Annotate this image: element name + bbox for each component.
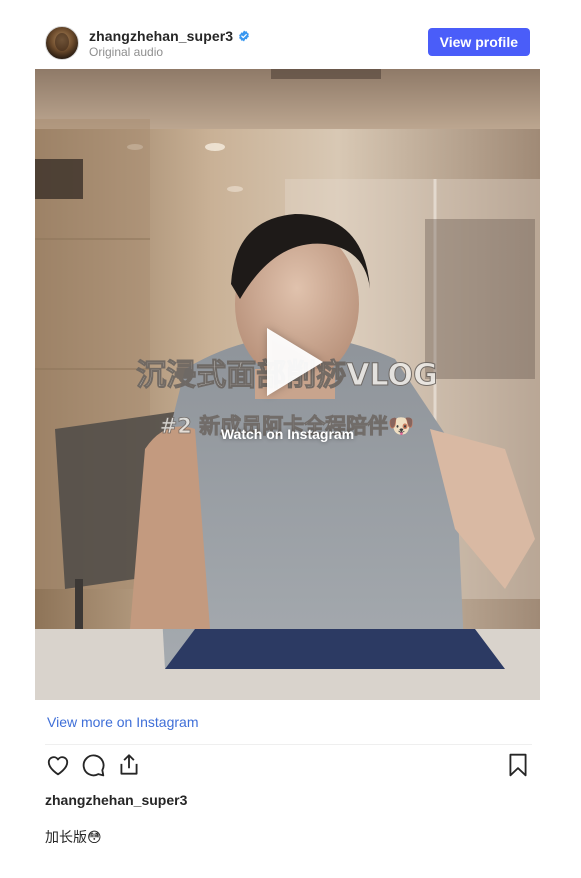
post-owner-username[interactable]: zhangzhehan_super3 (45, 792, 187, 808)
play-icon[interactable] (266, 327, 323, 396)
post-caption: 加长版😳 (45, 830, 102, 846)
post-header: zhangzhehan_super3 Original audio View p… (45, 24, 532, 62)
action-bar (45, 752, 532, 780)
view-more-link[interactable]: View more on Instagram (47, 714, 198, 730)
watch-on-instagram-label[interactable]: Watch on Instagram (221, 426, 354, 442)
comment-icon[interactable] (80, 752, 106, 778)
username-row: zhangzhehan_super3 (89, 28, 250, 44)
username[interactable]: zhangzhehan_super3 (89, 28, 233, 44)
video-thumbnail[interactable]: 沉浸式面部削痧VLOG #2 新成员阿卡全程陪伴🐶 Watch on Insta… (35, 69, 540, 700)
bookmark-icon[interactable] (505, 752, 531, 778)
avatar[interactable] (45, 26, 79, 60)
audio-label[interactable]: Original audio (89, 45, 163, 59)
heart-icon[interactable] (45, 752, 71, 778)
share-icon[interactable] (116, 752, 142, 778)
instagram-embed: zhangzhehan_super3 Original audio View p… (0, 0, 581, 878)
view-profile-button[interactable]: View profile (427, 28, 530, 56)
play-overlay[interactable]: Watch on Instagram (35, 69, 540, 700)
verified-badge-icon (239, 30, 250, 42)
divider (45, 744, 532, 745)
